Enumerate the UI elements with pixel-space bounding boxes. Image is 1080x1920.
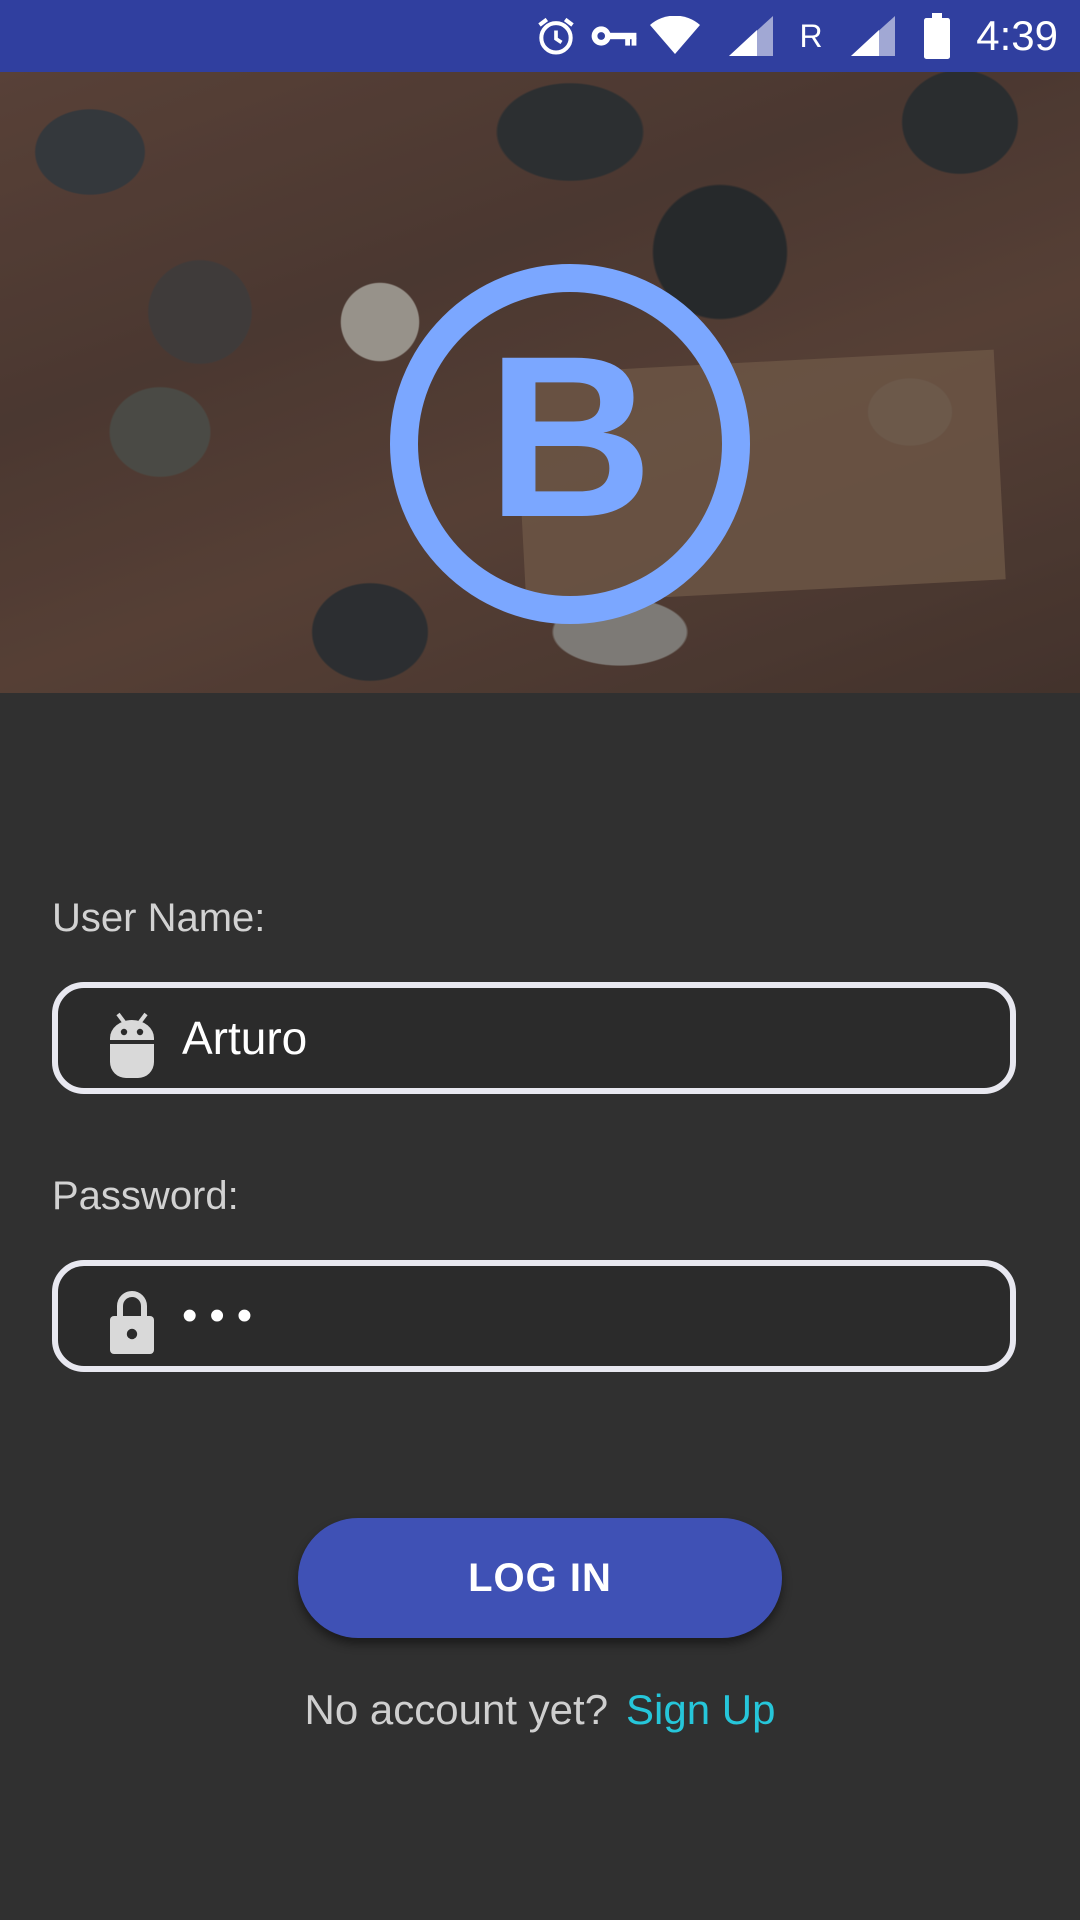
app-logo: B <box>390 264 750 624</box>
roaming-label: R <box>799 17 823 54</box>
status-bar: R 4:39 <box>0 0 1080 72</box>
password-field[interactable]: ••• <box>52 1260 1016 1372</box>
wifi-icon <box>648 0 702 72</box>
username-label: User Name: <box>52 896 266 940</box>
signup-prompt: No account yet? <box>304 1686 609 1733</box>
lock-icon <box>104 1288 160 1354</box>
clock: 4:39 <box>976 12 1058 59</box>
signup-row: No account yet? Sign Up <box>0 1686 1080 1734</box>
android-icon <box>104 1010 160 1078</box>
signup-link[interactable]: Sign Up <box>626 1686 775 1733</box>
username-value: Arturo <box>182 1012 308 1064</box>
vpn-key-icon <box>588 0 640 72</box>
battery-icon <box>920 0 954 72</box>
signal-icon <box>726 0 776 72</box>
password-value: ••• <box>182 1291 265 1340</box>
login-button[interactable]: LOG IN <box>298 1518 782 1638</box>
signal-icon <box>848 0 898 72</box>
logo-letter: B <box>487 308 653 565</box>
password-label: Password: <box>52 1174 239 1218</box>
username-field[interactable]: Arturo <box>52 982 1016 1094</box>
alarm-icon <box>532 0 580 72</box>
